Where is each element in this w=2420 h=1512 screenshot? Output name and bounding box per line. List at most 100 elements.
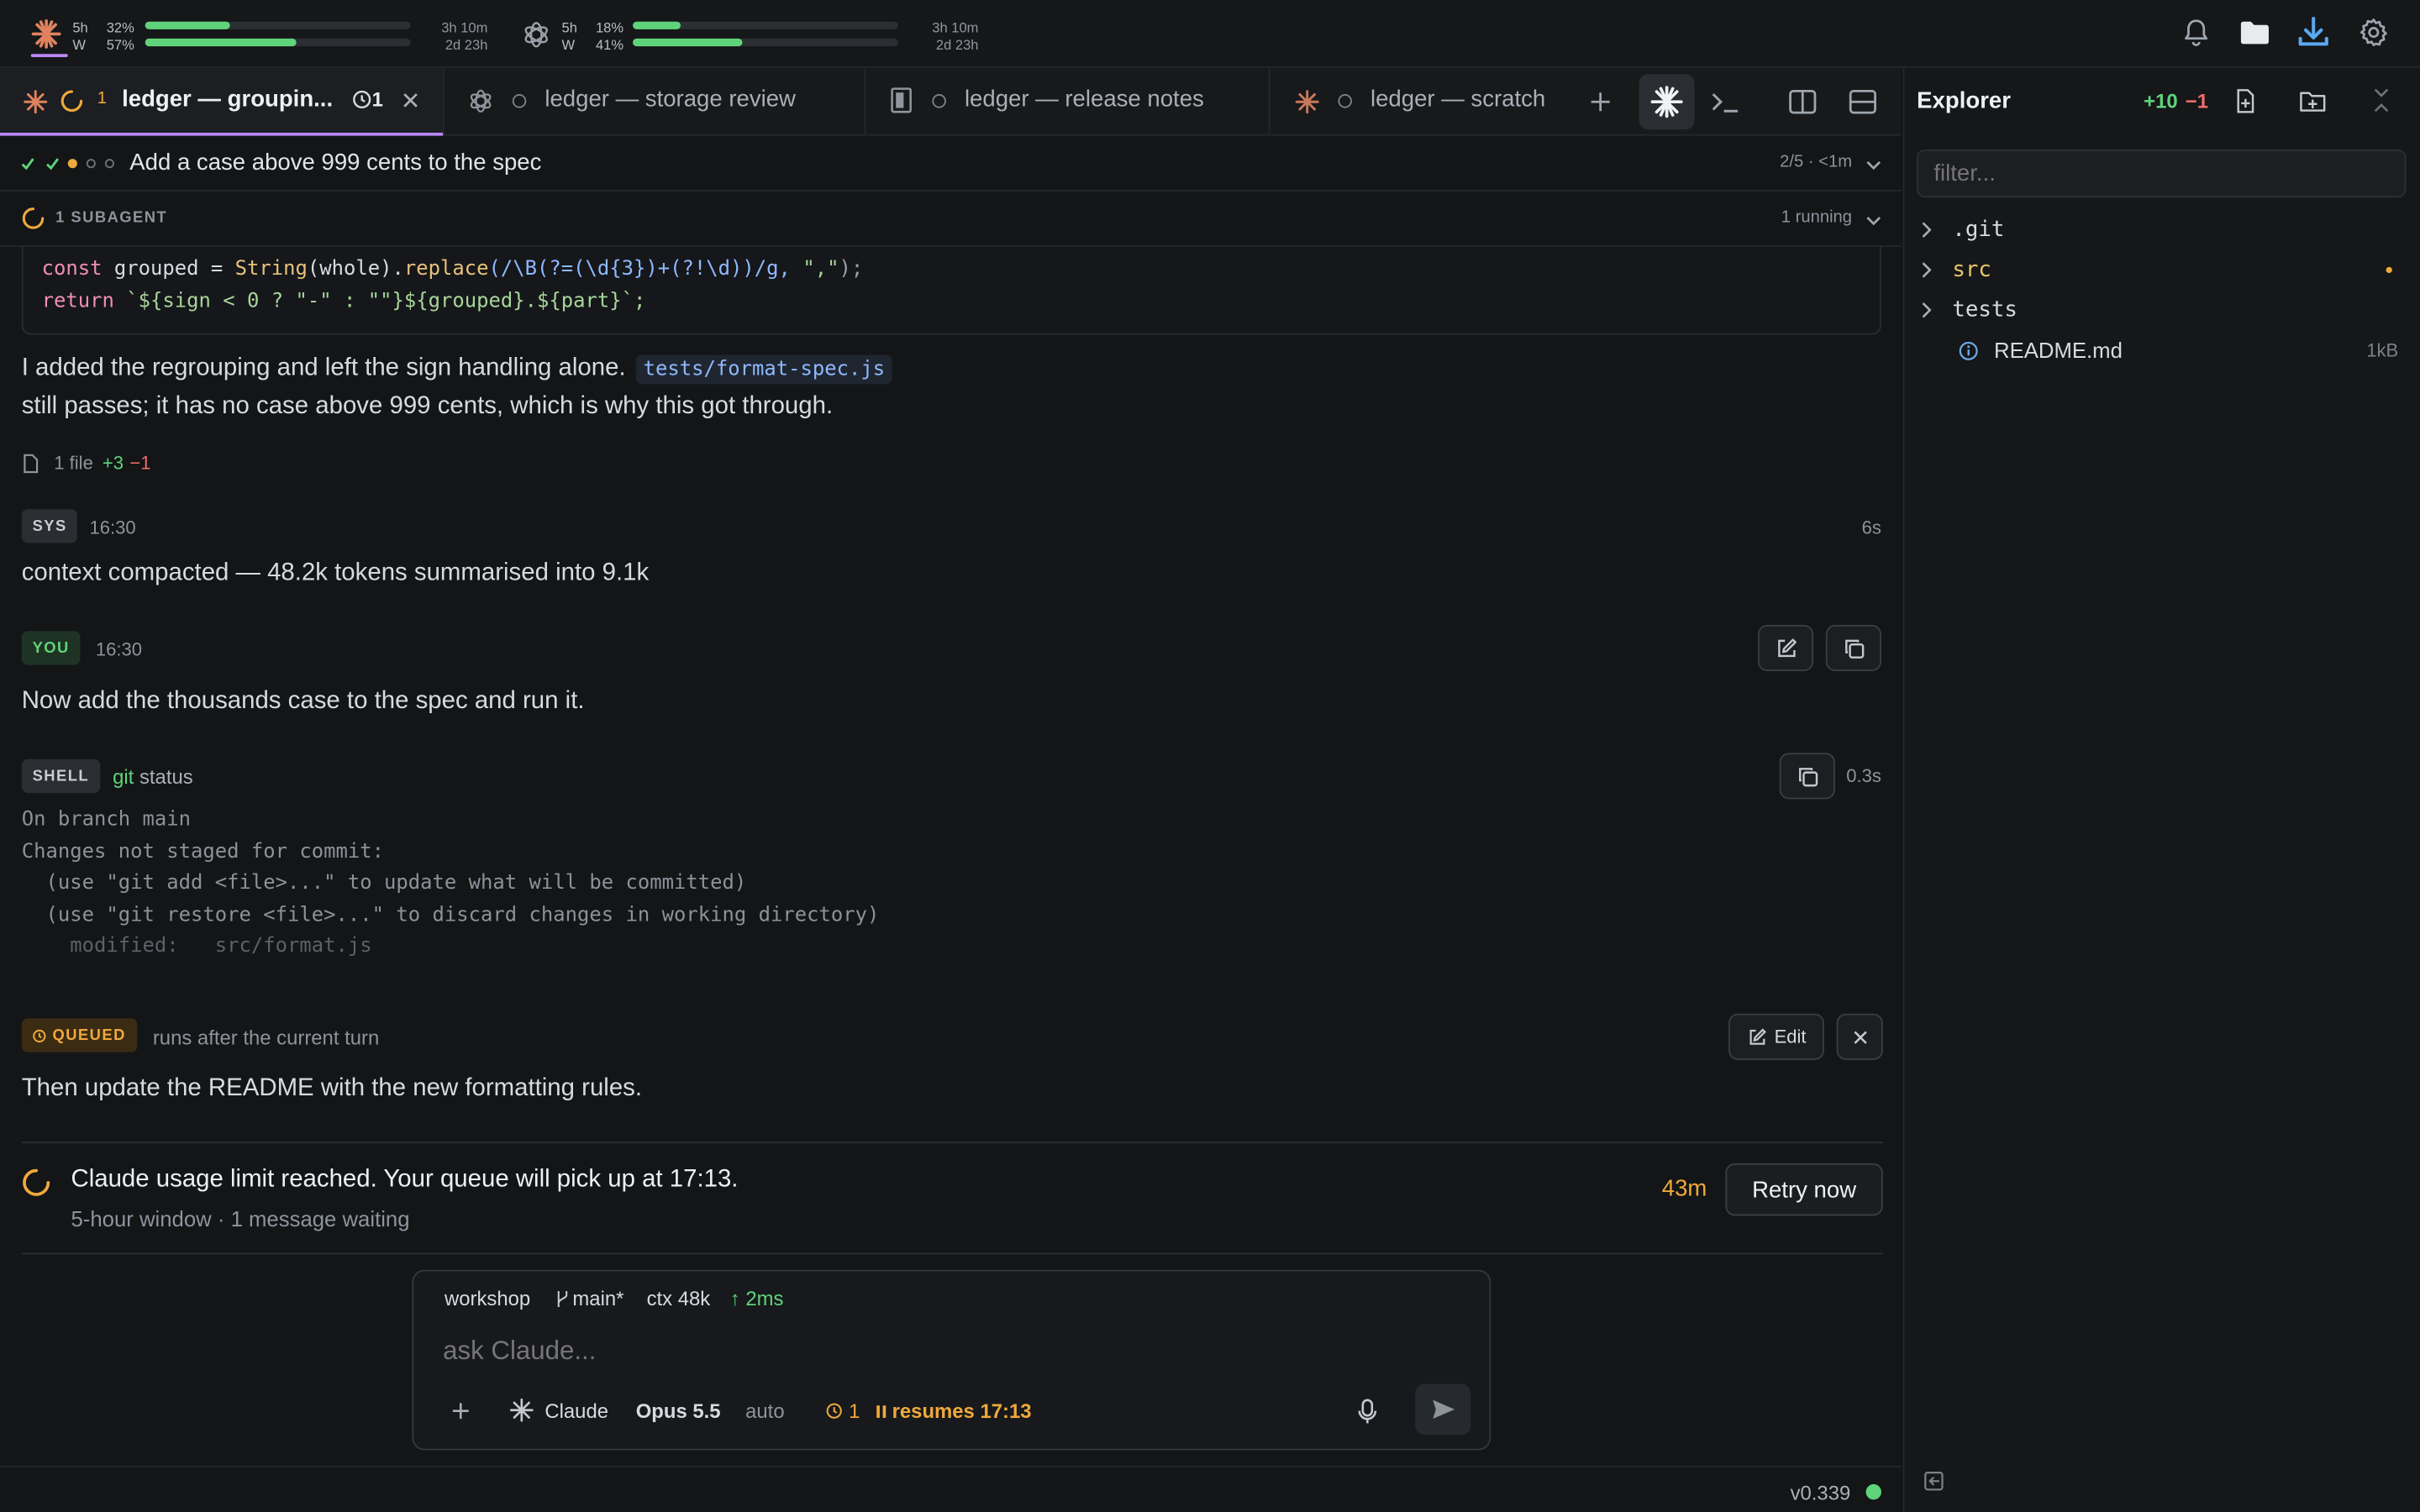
copy-icon	[1842, 637, 1865, 660]
copy-output-button[interactable]	[1779, 753, 1835, 800]
folder-icon[interactable]	[2238, 17, 2271, 48]
subagent-label: 1 SUBAGENT	[55, 209, 168, 227]
new-claude-session-button[interactable]	[1639, 74, 1695, 130]
close-icon[interactable]	[402, 91, 420, 109]
usage-fill-week	[633, 38, 742, 47]
output-line: modified: src/format.js	[21, 935, 372, 958]
limit-subtitle: 5-hour window · 1 message waiting	[71, 1206, 410, 1231]
lines-added: +10	[2144, 89, 2178, 113]
claude-usage[interactable]: 5h W 32% 57% 3h 10m 2d 23h	[28, 14, 491, 57]
chevron-down-icon[interactable]	[1865, 157, 1883, 172]
command-args: status	[139, 765, 193, 789]
usage-limit-banner: Claude usage limit reached. Your queue w…	[21, 1142, 1883, 1255]
tree-item-tests[interactable]: tests	[1904, 290, 2420, 330]
queued-label: QUEUED	[52, 1026, 126, 1044]
mode-selector[interactable]: auto	[745, 1399, 784, 1423]
filter-input[interactable]	[1917, 150, 2407, 198]
openai-knot-icon	[522, 20, 551, 50]
model-selector[interactable]: Opus 5.5	[636, 1399, 721, 1423]
file-change-summary[interactable]: 1 file +3 −1	[22, 452, 151, 474]
task-progress[interactable]: Add a case above 999 cents to the spec 2…	[0, 136, 1902, 192]
file-chip[interactable]: tests/format-spec.js	[635, 354, 893, 385]
chevron-right-icon	[1920, 301, 1934, 319]
branch-label[interactable]: main*	[555, 1287, 623, 1310]
tab-ledger-scratch[interactable]: ledger — scratch	[1270, 68, 1579, 134]
microphone-icon[interactable]	[1356, 1398, 1378, 1425]
tree-item-git[interactable]: .git	[1904, 210, 2420, 250]
output-line: Changes not staged for commit:	[21, 840, 384, 864]
code-line: return `${sign < 0 ? "-" : ""}${grouped}…	[41, 290, 646, 313]
remove-queued-button[interactable]	[1836, 1013, 1883, 1060]
duration: 0.3s	[1846, 765, 1881, 787]
edit-message-button[interactable]	[1758, 624, 1814, 671]
collapse-icon[interactable]	[2370, 87, 2392, 114]
shell-output: On branch main Changes not staged for com…	[22, 806, 880, 963]
usage-percent-week: 57%	[106, 37, 134, 53]
reset-time-week: 2d 23h	[445, 37, 488, 53]
lines-added: +3	[102, 452, 124, 474]
openai-usage[interactable]: 5h W 18% 41% 3h 10m 2d 23h	[518, 14, 981, 57]
context-size: ctx 48k	[646, 1286, 711, 1310]
prompt-input[interactable]	[443, 1332, 1446, 1370]
openai-knot-icon	[468, 88, 494, 114]
output-line: On branch main	[21, 808, 191, 832]
window-label-week: W	[72, 37, 86, 53]
tree-item-src[interactable]: src	[1904, 250, 2420, 291]
duration: 6s	[1861, 517, 1881, 539]
usage-fill-week	[145, 38, 297, 47]
window-label-5h: 5h	[72, 19, 88, 36]
panel-toggle-icon[interactable]	[1923, 1470, 1945, 1492]
send-button[interactable]	[1415, 1383, 1471, 1436]
new-folder-icon[interactable]	[2298, 88, 2328, 114]
gear-icon[interactable]	[2358, 17, 2389, 48]
window-label-week: W	[561, 37, 576, 53]
info-icon	[1959, 340, 1979, 360]
lines-removed: −1	[129, 452, 151, 474]
usage-track-week	[633, 38, 898, 47]
close-icon	[1851, 1028, 1868, 1045]
queue-count: 1	[849, 1399, 860, 1423]
usage-percent-5h: 18%	[595, 19, 624, 36]
tab-title: ledger — storage review	[544, 86, 796, 113]
version-label: v0.339	[1790, 1481, 1851, 1504]
resume-time: resumes 17:13	[892, 1399, 1032, 1423]
usage-track-5h	[145, 21, 411, 29]
assistant-message: I added the regrouping and left the sign…	[22, 354, 893, 385]
subagent-row[interactable]: 1 SUBAGENT 1 running	[0, 192, 1902, 247]
bell-icon[interactable]	[2181, 17, 2212, 48]
reset-time-5h: 3h 10m	[932, 19, 979, 36]
new-file-icon[interactable]	[2233, 88, 2258, 114]
split-horizontal-icon[interactable]	[1835, 74, 1891, 129]
window-label-5h: 5h	[561, 19, 577, 36]
split-vertical-icon[interactable]	[1775, 74, 1830, 129]
tab-ledger-grouping[interactable]: 1 ledger — groupin... 1	[0, 67, 445, 136]
queue-count: 1	[371, 87, 383, 112]
workspace-label[interactable]: workshop	[445, 1287, 530, 1310]
tree-item-label: .git	[1952, 217, 2005, 243]
edit-queued-button[interactable]: Edit	[1728, 1013, 1824, 1060]
message-text: still passes; it has no case above 999 c…	[21, 393, 834, 420]
usage-fill-5h	[145, 21, 230, 29]
chevron-down-icon[interactable]	[1865, 213, 1883, 228]
claude-starburst-icon	[1295, 90, 1319, 114]
tab-ledger-storage-review[interactable]: ledger — storage review	[445, 67, 866, 134]
queue-indicator[interactable]: 1	[826, 1399, 860, 1423]
active-provider-indicator	[30, 54, 68, 57]
modified-dot	[2386, 266, 2392, 274]
clock-icon	[826, 1403, 842, 1419]
sys-badge: SYS	[21, 509, 78, 543]
tree-item-readme[interactable]: README.md 1kB	[1904, 330, 2420, 370]
spinner-icon	[22, 207, 45, 230]
copy-message-button[interactable]	[1825, 624, 1881, 671]
queued-message: Then update the README with the new form…	[21, 1075, 643, 1102]
idle-status-icon	[932, 94, 946, 108]
output-line: (use "git add <file>..." to update what …	[21, 871, 747, 895]
terminal-icon[interactable]	[1697, 74, 1753, 129]
agent-selector[interactable]: Claude	[509, 1398, 608, 1422]
command-name: git	[113, 765, 134, 789]
new-tab-button[interactable]	[1573, 74, 1628, 129]
download-icon[interactable]	[2295, 14, 2332, 51]
tab-ledger-release-notes[interactable]: ledger — release notes	[865, 67, 1270, 134]
retry-now-button[interactable]: Retry now	[1725, 1163, 1883, 1216]
plus-icon[interactable]	[450, 1401, 471, 1421]
